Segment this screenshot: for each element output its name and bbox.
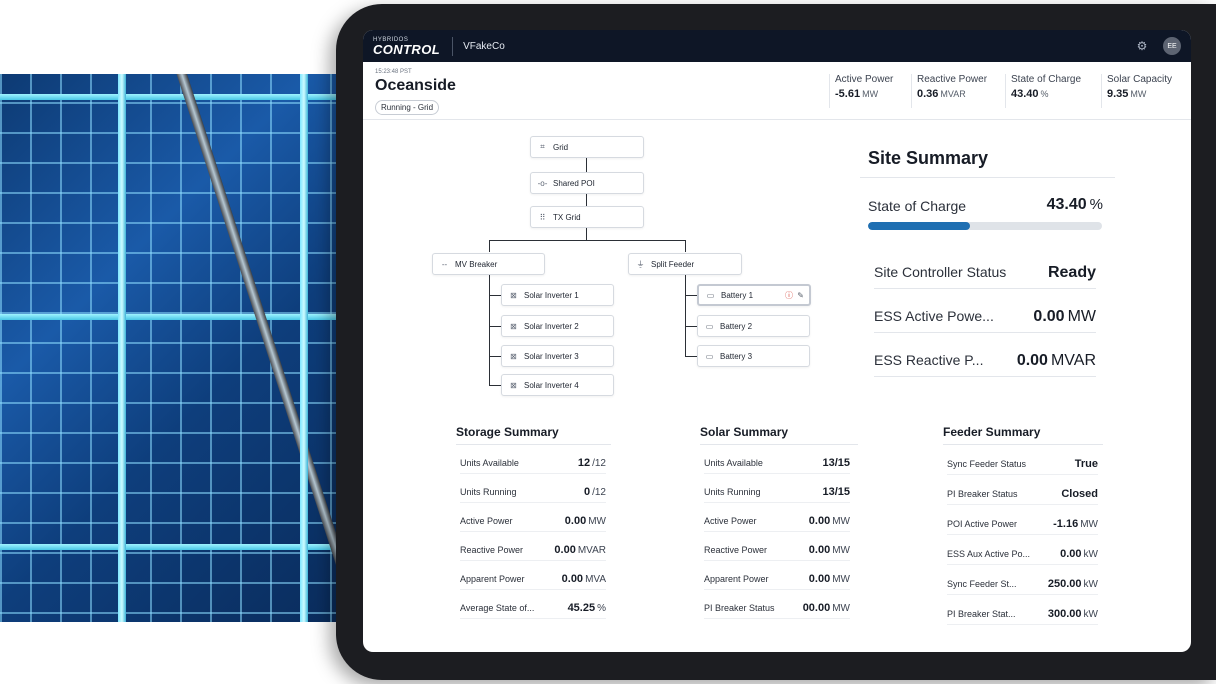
soc-progress-bar (868, 222, 1102, 230)
soc-progress-fill (868, 222, 970, 230)
warning-icon[interactable]: ⓘ (785, 290, 793, 301)
table-row: Sync Feeder St... 250.00 kW (947, 578, 1098, 595)
node-solar-inverter-4[interactable]: ⊠ Solar Inverter 4 (501, 374, 614, 396)
table-row: Units Available 13/15 (704, 457, 850, 474)
storage-summary-title: Storage Summary (456, 425, 559, 439)
plug-icon: ⏚ (636, 259, 645, 269)
feeder-summary-title: Feeder Summary (943, 425, 1041, 439)
gear-icon[interactable]: ⚙ (1135, 39, 1149, 53)
table-row: Units Available 12/12 (460, 457, 606, 474)
metric-solar-capacity: Solar Capacity 9.35 MW (1101, 74, 1172, 108)
ess-active-power-row: ESS Active Powe... 0.00 MW (874, 308, 1096, 333)
table-row: Units Running 13/15 (704, 486, 850, 503)
ess-reactive-power-row: ESS Reactive P... 0.00 MVAR (874, 352, 1096, 377)
inverter-icon: ⊠ (510, 321, 517, 331)
app-logo[interactable]: HYBRIDOS CONTROL (373, 36, 454, 56)
table-row: PI Breaker Status 00.00 MW (704, 602, 850, 619)
status-badge: Running - Grid (375, 100, 440, 115)
inverter-icon: ⊠ (510, 290, 517, 300)
solar-panel-photo (0, 74, 340, 622)
table-row: ESS Aux Active Po... 0.00 kW (947, 548, 1098, 565)
site-summary-title: Site Summary (868, 148, 989, 168)
node-battery-2[interactable]: ▭ Battery 2 (697, 315, 810, 337)
tx-grid-icon: ⠿ (539, 212, 546, 222)
company-name: VFakeCo (463, 40, 505, 52)
table-row: POI Active Power -1.16 MW (947, 518, 1098, 535)
breaker-icon: -- (441, 259, 448, 269)
wrench-icon[interactable]: ✎ (797, 291, 804, 300)
solar-summary-title: Solar Summary (700, 425, 789, 439)
inverter-icon: ⊠ (510, 380, 517, 390)
site-header: 15:23:48 PST Oceanside Running - Grid Ac… (363, 62, 1191, 120)
table-row: Apparent Power 0.00 MW (704, 573, 850, 590)
grid-tower-icon: ⌗ (540, 142, 545, 151)
node-battery-3[interactable]: ▭ Battery 3 (697, 345, 810, 367)
table-row: PI Breaker Stat... 300.00 kW (947, 608, 1098, 625)
table-row: Reactive Power 0.00 MW (704, 544, 850, 561)
page-title: Oceanside (375, 77, 456, 94)
soc-value: 43.40% (1046, 196, 1103, 213)
node-solar-inverter-1[interactable]: ⊠ Solar Inverter 1 (501, 284, 614, 306)
site-controller-status-row: Site Controller Status Ready (874, 264, 1096, 289)
node-mv-breaker[interactable]: -- MV Breaker (432, 253, 545, 275)
node-solar-inverter-3[interactable]: ⊠ Solar Inverter 3 (501, 345, 614, 367)
battery-icon: ▭ (705, 321, 714, 331)
site-time: 15:23:48 PST (375, 69, 412, 75)
battery-icon: ▭ (705, 351, 714, 361)
node-solar-inverter-2[interactable]: ⊠ Solar Inverter 2 (501, 315, 614, 337)
table-row: Sync Feeder Status True (947, 458, 1098, 475)
node-grid[interactable]: ⌗ Grid (530, 136, 644, 158)
node-battery-1[interactable]: ▭ Battery 1 ⓘ ✎ (697, 284, 811, 306)
table-row: Reactive Power 0.00 MVAR (460, 544, 606, 561)
table-row: Units Running 0/12 (460, 486, 606, 503)
node-tx-grid[interactable]: ⠿ TX Grid (530, 206, 644, 228)
app-bar: HYBRIDOS CONTROL VFakeCo ⚙ EE (363, 30, 1191, 62)
poi-icon: -o- (537, 178, 548, 188)
table-row: Active Power 0.00 MW (460, 515, 606, 532)
metric-reactive-power: Reactive Power 0.36 MVAR (911, 74, 987, 108)
table-row: Active Power 0.00 MW (704, 515, 850, 532)
battery-icon: ▭ (706, 290, 715, 300)
soc-label: State of Charge (868, 198, 967, 214)
table-row: PI Breaker Status Closed (947, 488, 1098, 505)
table-row: Average State of... 45.25% (460, 602, 606, 619)
table-row: Apparent Power 0.00 MVA (460, 573, 606, 590)
app-screen: HYBRIDOS CONTROL VFakeCo ⚙ EE 15:23:48 P… (363, 30, 1191, 652)
avatar[interactable]: EE (1163, 37, 1181, 55)
metric-active-power: Active Power -5.61 MW (829, 74, 893, 108)
node-split-feeder[interactable]: ⏚ Split Feeder (628, 253, 742, 275)
inverter-icon: ⊠ (510, 351, 517, 361)
metric-state-of-charge: State of Charge 43.40% (1005, 74, 1081, 108)
node-shared-poi[interactable]: -o- Shared POI (530, 172, 644, 194)
